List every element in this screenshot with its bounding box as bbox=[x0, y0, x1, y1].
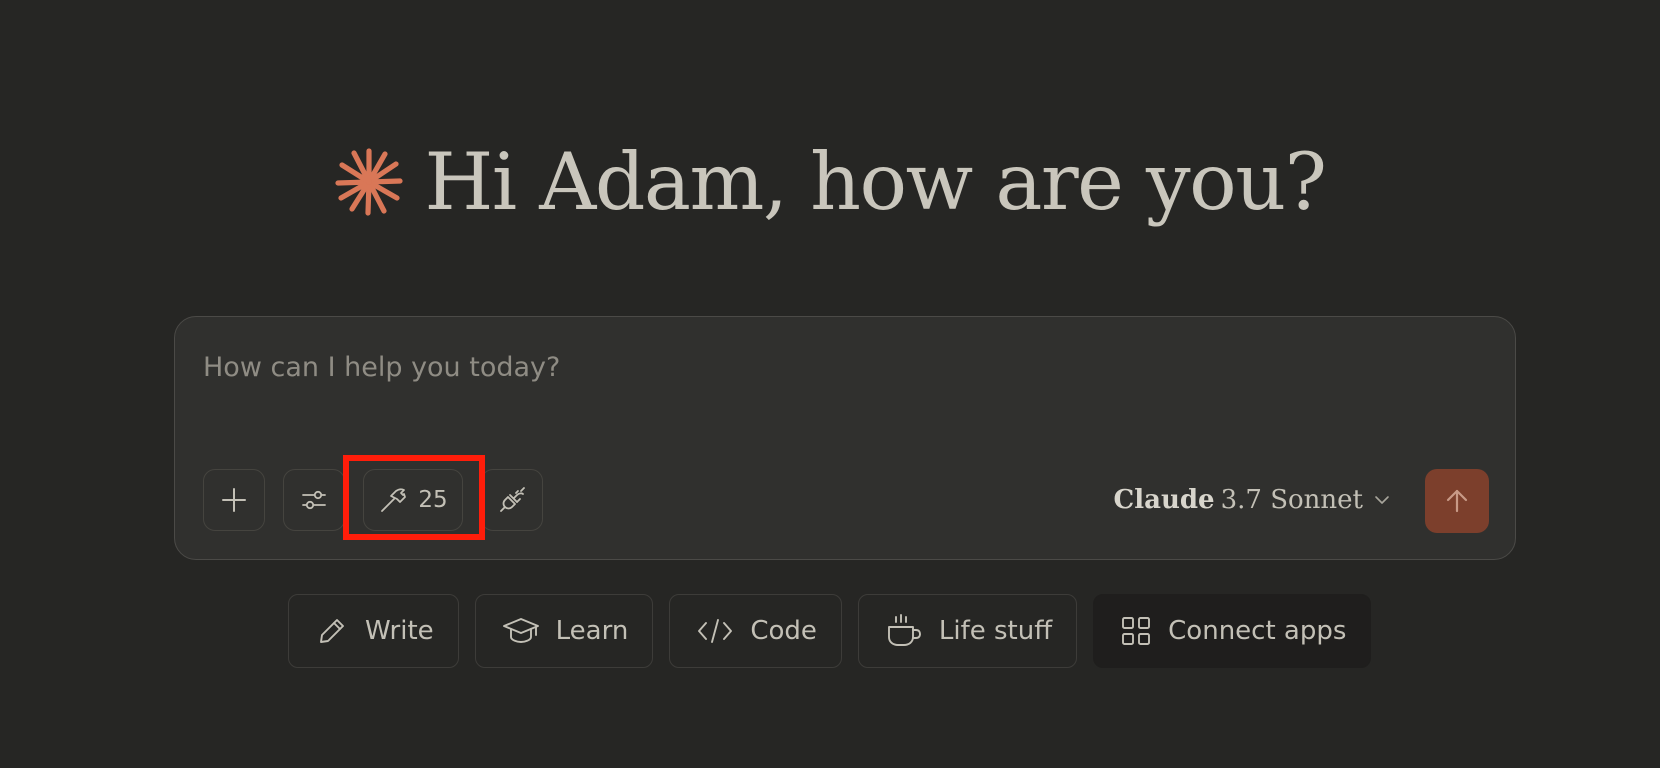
claude-starburst-icon bbox=[334, 148, 403, 216]
life-stuff-chip[interactable]: Life stuff bbox=[857, 594, 1078, 668]
message-composer: 25 Claude 3.7 Sonnet bbox=[174, 316, 1516, 560]
options-button[interactable] bbox=[283, 469, 345, 531]
code-chip[interactable]: Code bbox=[669, 594, 842, 668]
chip-label: Connect apps bbox=[1168, 616, 1347, 646]
plus-icon bbox=[222, 488, 246, 512]
send-button[interactable] bbox=[1425, 469, 1489, 533]
model-brand: Claude bbox=[1113, 485, 1215, 515]
add-content-button[interactable] bbox=[203, 469, 265, 531]
coffee-cup-icon bbox=[887, 614, 921, 646]
integrations-button[interactable] bbox=[481, 469, 543, 531]
pencil-icon bbox=[320, 619, 344, 643]
connect-apps-chip[interactable]: Connect apps bbox=[1093, 594, 1372, 668]
sliders-icon bbox=[302, 490, 326, 510]
learn-chip[interactable]: Learn bbox=[474, 594, 654, 668]
greeting-text: Hi Adam, how are you? bbox=[424, 135, 1327, 228]
arrow-up-icon bbox=[1446, 489, 1468, 513]
chip-label: Learn bbox=[555, 616, 629, 646]
quick-actions: Write Learn Code Life stuff Connect apps bbox=[288, 594, 1372, 668]
model-version: 3.7 Sonnet bbox=[1220, 485, 1363, 515]
model-selector[interactable]: Claude 3.7 Sonnet bbox=[1114, 479, 1391, 521]
write-chip[interactable]: Write bbox=[288, 594, 459, 668]
greeting: Hi Adam, how are you? bbox=[0, 132, 1660, 232]
chevron-down-icon bbox=[1375, 496, 1389, 504]
grid-icon bbox=[1122, 617, 1151, 645]
tools-button[interactable]: 25 bbox=[363, 469, 463, 531]
chip-label: Write bbox=[365, 616, 434, 646]
chip-label: Code bbox=[750, 616, 817, 646]
prompt-input[interactable] bbox=[203, 345, 1483, 389]
plug-icon bbox=[500, 487, 525, 512]
graduation-cap-icon bbox=[502, 618, 539, 643]
hammer-icon bbox=[381, 488, 407, 512]
chip-label: Life stuff bbox=[938, 616, 1053, 646]
code-icon bbox=[698, 619, 733, 643]
tools-count: 25 bbox=[418, 487, 448, 513]
